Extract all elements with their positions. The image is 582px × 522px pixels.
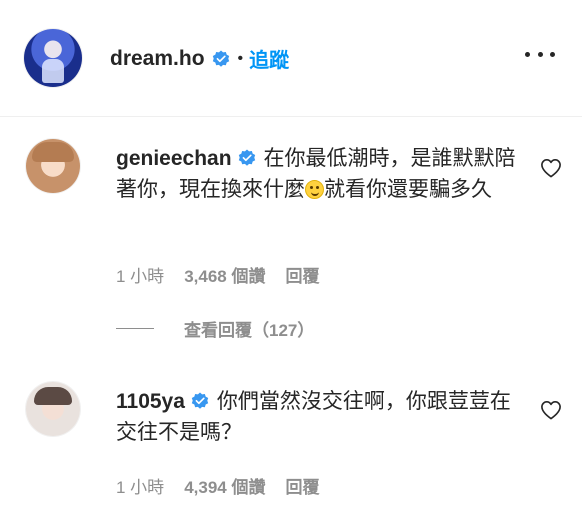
reply-button[interactable]: 回覆	[285, 262, 319, 287]
comment-meta: 1 小時 3,468 個讚 回覆	[116, 262, 319, 287]
like-heart-icon[interactable]	[540, 400, 562, 420]
like-heart-icon[interactable]	[540, 158, 562, 178]
view-replies-button[interactable]: 查看回覆（127）	[116, 316, 314, 341]
comment-body: 1105ya 你們當然沒交往啊，你跟荳荳在交往不是嗎？	[116, 386, 516, 448]
comment-username[interactable]: 1105ya	[116, 390, 185, 413]
verified-badge-icon	[212, 49, 230, 68]
view-replies-label: 查看回覆（127）	[184, 321, 315, 340]
comment-text-continued: 就看你還要騙多久	[324, 178, 492, 201]
comment-timestamp: 1 小時	[116, 478, 165, 497]
comment-meta: 1 小時 4,394 個讚 回覆	[116, 473, 319, 498]
comment-body: genieechan 在你最低潮時，是誰默默陪著你，現在換來什麼 就看你還要騙多久	[116, 143, 516, 205]
verified-badge-icon	[191, 392, 209, 410]
more-options-icon[interactable]	[525, 52, 555, 62]
separator-dot: •	[237, 49, 244, 67]
post-header: dream.ho • 追蹤	[0, 0, 582, 117]
comment-like-count[interactable]: 3,468 個讚	[184, 262, 265, 287]
verified-badge-icon	[238, 149, 256, 167]
smiling-face-emoji-icon	[305, 180, 324, 199]
comment-username[interactable]: genieechan	[116, 147, 232, 170]
commenter-avatar[interactable]	[26, 139, 80, 193]
follow-button[interactable]: 追蹤	[249, 44, 289, 73]
profile-avatar[interactable]	[24, 29, 82, 87]
comment-like-count[interactable]: 4,394 個讚	[184, 473, 265, 498]
view-replies-divider	[116, 328, 154, 329]
comment-timestamp: 1 小時	[116, 267, 165, 286]
header-user-row: dream.ho • 追蹤	[110, 44, 289, 73]
reply-button[interactable]: 回覆	[285, 473, 319, 498]
header-username[interactable]: dream.ho	[110, 47, 205, 71]
commenter-avatar[interactable]	[26, 382, 80, 436]
